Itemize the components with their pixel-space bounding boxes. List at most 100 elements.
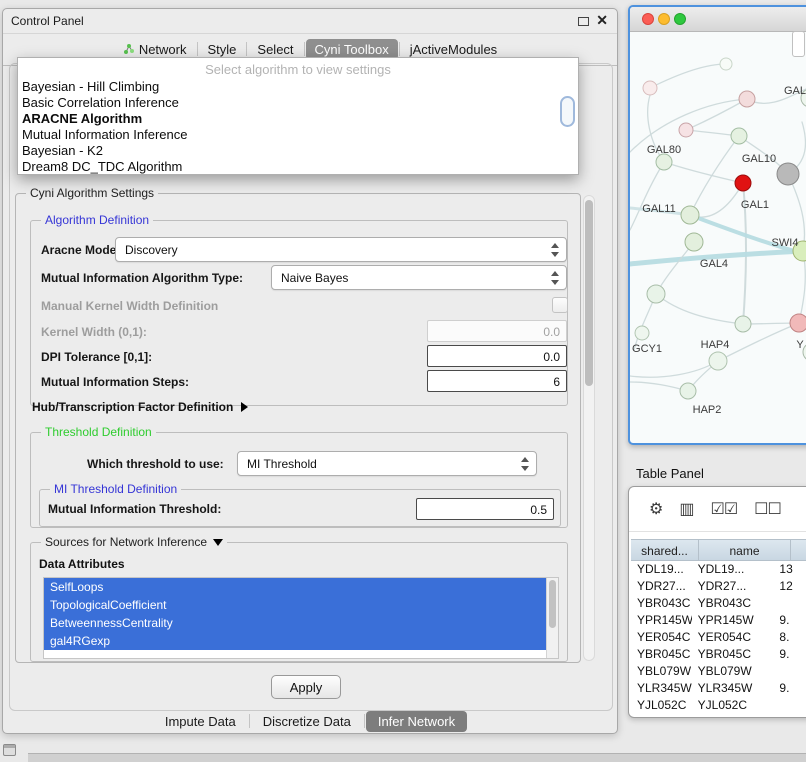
settings-group-title: Cyni Algorithm Settings: [26, 186, 158, 200]
table-cell: YDL19...: [631, 561, 692, 578]
manual-kernel-checkbox[interactable]: [552, 297, 568, 313]
network-edge[interactable]: [630, 382, 688, 391]
table-cell: YJL052C: [692, 697, 774, 714]
threshold-definition-group: Threshold Definition Which threshold to …: [30, 432, 568, 528]
mi-algorithm-type-select[interactable]: Naive Bayes: [271, 265, 567, 290]
network-node-gal80[interactable]: [656, 154, 672, 170]
attribute-topologicalcoefficient[interactable]: TopologicalCoefficient: [44, 596, 546, 614]
algorithm-option-bayesian-hill-climbing[interactable]: Bayesian - Hill Climbing: [18, 79, 578, 95]
minimized-panel-icon[interactable]: [3, 744, 16, 756]
column-header-name[interactable]: name: [699, 539, 791, 561]
popup-scrollbar-thumb[interactable]: [560, 96, 575, 127]
network-edge[interactable]: [656, 242, 694, 294]
apply-button[interactable]: Apply: [271, 675, 341, 699]
network-node-gal11[interactable]: [681, 206, 699, 224]
table-row[interactable]: YLR345WYLR345W9.: [631, 680, 806, 697]
network-node[interactable]: [735, 316, 751, 332]
sources-group-title[interactable]: Sources for Network Inference: [41, 535, 227, 549]
network-edge[interactable]: [650, 64, 726, 88]
minimize-traffic-light[interactable]: [658, 13, 670, 25]
attribute-selfloops[interactable]: SelfLoops: [44, 578, 546, 596]
table-row[interactable]: YJL052CYJL052C: [631, 697, 806, 714]
kernel-width-label: Kernel Width (0,1):: [41, 325, 147, 339]
tab-divider: [246, 42, 247, 56]
table-panel-window: ⚙▥☑☑☐☐ shared...name YDL19...YDL19...13Y…: [628, 486, 806, 718]
table-cell: YPR145W: [692, 612, 774, 629]
network-edge[interactable]: [690, 215, 806, 255]
table-row[interactable]: YBR045CYBR045C9.: [631, 646, 806, 663]
table-row[interactable]: YPR145WYPR145W9.: [631, 612, 806, 629]
network-edge[interactable]: [718, 323, 799, 361]
data-attributes-list[interactable]: SelfLoopsTopologicalCoefficientBetweenne…: [43, 577, 559, 659]
network-node[interactable]: [647, 285, 665, 303]
columns-icon[interactable]: ▥: [679, 499, 693, 519]
column-header-extra[interactable]: [791, 539, 806, 561]
network-node-gal1[interactable]: [735, 175, 751, 191]
network-window: GALGAL80GAL10GAL1GAL11SWI4GAL4GCY1HAP4YH…: [628, 5, 806, 445]
table-cell: 9.: [773, 646, 806, 663]
zoom-traffic-light[interactable]: [674, 13, 686, 25]
settings-scrollbar[interactable]: [583, 195, 595, 661]
attribute-gal4rgexp[interactable]: gal4RGexp: [44, 632, 546, 650]
table-cell: 13: [773, 561, 806, 578]
algorithm-option-bayesian-k2[interactable]: Bayesian - K2: [18, 143, 578, 159]
network-node[interactable]: [720, 58, 732, 70]
gear-icon[interactable]: ⚙: [649, 499, 662, 519]
aracne-mode-select[interactable]: Discovery: [115, 237, 567, 262]
cyni-algorithm-settings-group: Cyni Algorithm Settings Algorithm Defini…: [15, 193, 581, 663]
table-cell: 9.: [773, 680, 806, 697]
checked-boxes-icon[interactable]: ☑☑: [710, 499, 737, 519]
network-node-hap4[interactable]: [709, 352, 727, 370]
mi-threshold-field[interactable]: 0.5: [416, 498, 554, 520]
table-cell: YDL19...: [692, 561, 774, 578]
algorithm-option-dream8-dc-tdc-algorithm[interactable]: Dream8 DC_TDC Algorithm: [18, 159, 578, 175]
attributes-scrollbar[interactable]: [546, 578, 558, 658]
network-node[interactable]: [679, 123, 693, 137]
threshold-type-select[interactable]: MI Threshold: [237, 451, 537, 476]
tab-discretize-data[interactable]: Discretize Data: [251, 711, 363, 732]
table-row[interactable]: YDR27...YDR27...12: [631, 578, 806, 595]
settings-scrollbar-thumb[interactable]: [585, 200, 593, 386]
float-window-icon[interactable]: [578, 17, 589, 26]
network-node-gal10[interactable]: [777, 163, 799, 185]
unchecked-boxes-icon[interactable]: ☐☐: [754, 499, 781, 519]
close-icon[interactable]: ✕: [596, 12, 608, 29]
tab-divider: [364, 714, 365, 728]
table-row[interactable]: YDL19...YDL19...13: [631, 561, 806, 578]
network-edge[interactable]: [630, 162, 664, 230]
tab-impute-data[interactable]: Impute Data: [153, 711, 248, 732]
table-cell: [773, 697, 806, 714]
network-node-hap2[interactable]: [680, 383, 696, 399]
table-cell: YPR145W: [631, 612, 692, 629]
network-node[interactable]: [790, 314, 806, 332]
tab-infer-network[interactable]: Infer Network: [366, 711, 467, 732]
network-edge[interactable]: [664, 162, 743, 183]
network-edge[interactable]: [630, 361, 718, 377]
dpi-tolerance-field[interactable]: 0.0: [427, 345, 567, 367]
sources-group: Sources for Network Inference Data Attri…: [30, 542, 568, 662]
network-edge[interactable]: [690, 136, 739, 215]
table-row[interactable]: YBR043CYBR043C: [631, 595, 806, 612]
network-node[interactable]: [643, 81, 657, 95]
network-node[interactable]: [739, 91, 755, 107]
network-node-gal4[interactable]: [685, 233, 703, 251]
network-edge[interactable]: [656, 294, 743, 324]
table-row[interactable]: YER054CYER054C8.: [631, 629, 806, 646]
algorithm-option-basic-correlation-inference[interactable]: Basic Correlation Inference: [18, 95, 578, 111]
algorithm-option-mutual-information-inference[interactable]: Mutual Information Inference: [18, 127, 578, 143]
network-scroll-corner[interactable]: [792, 31, 805, 57]
attributes-scrollbar-thumb[interactable]: [549, 580, 556, 628]
hub-section-toggle[interactable]: Hub/Transcription Factor Definition: [32, 400, 248, 414]
network-node[interactable]: [731, 128, 747, 144]
network-node-gcy1[interactable]: [635, 326, 649, 340]
column-header-shared[interactable]: shared...: [631, 539, 699, 561]
network-canvas[interactable]: GALGAL80GAL10GAL1GAL11SWI4GAL4GCY1HAP4YH…: [630, 31, 806, 445]
table-row[interactable]: YBL079WYBL079W: [631, 663, 806, 680]
attribute-betweennesscentrality[interactable]: BetweennessCentrality: [44, 614, 546, 632]
node-label-gal80: GAL80: [647, 144, 681, 156]
node-label-gcy1: GCY1: [632, 343, 662, 355]
network-edge[interactable]: [799, 251, 805, 323]
close-traffic-light[interactable]: [642, 13, 654, 25]
algorithm-option-aracne-algorithm[interactable]: ARACNE Algorithm: [18, 111, 578, 127]
mi-steps-field[interactable]: 6: [427, 370, 567, 392]
